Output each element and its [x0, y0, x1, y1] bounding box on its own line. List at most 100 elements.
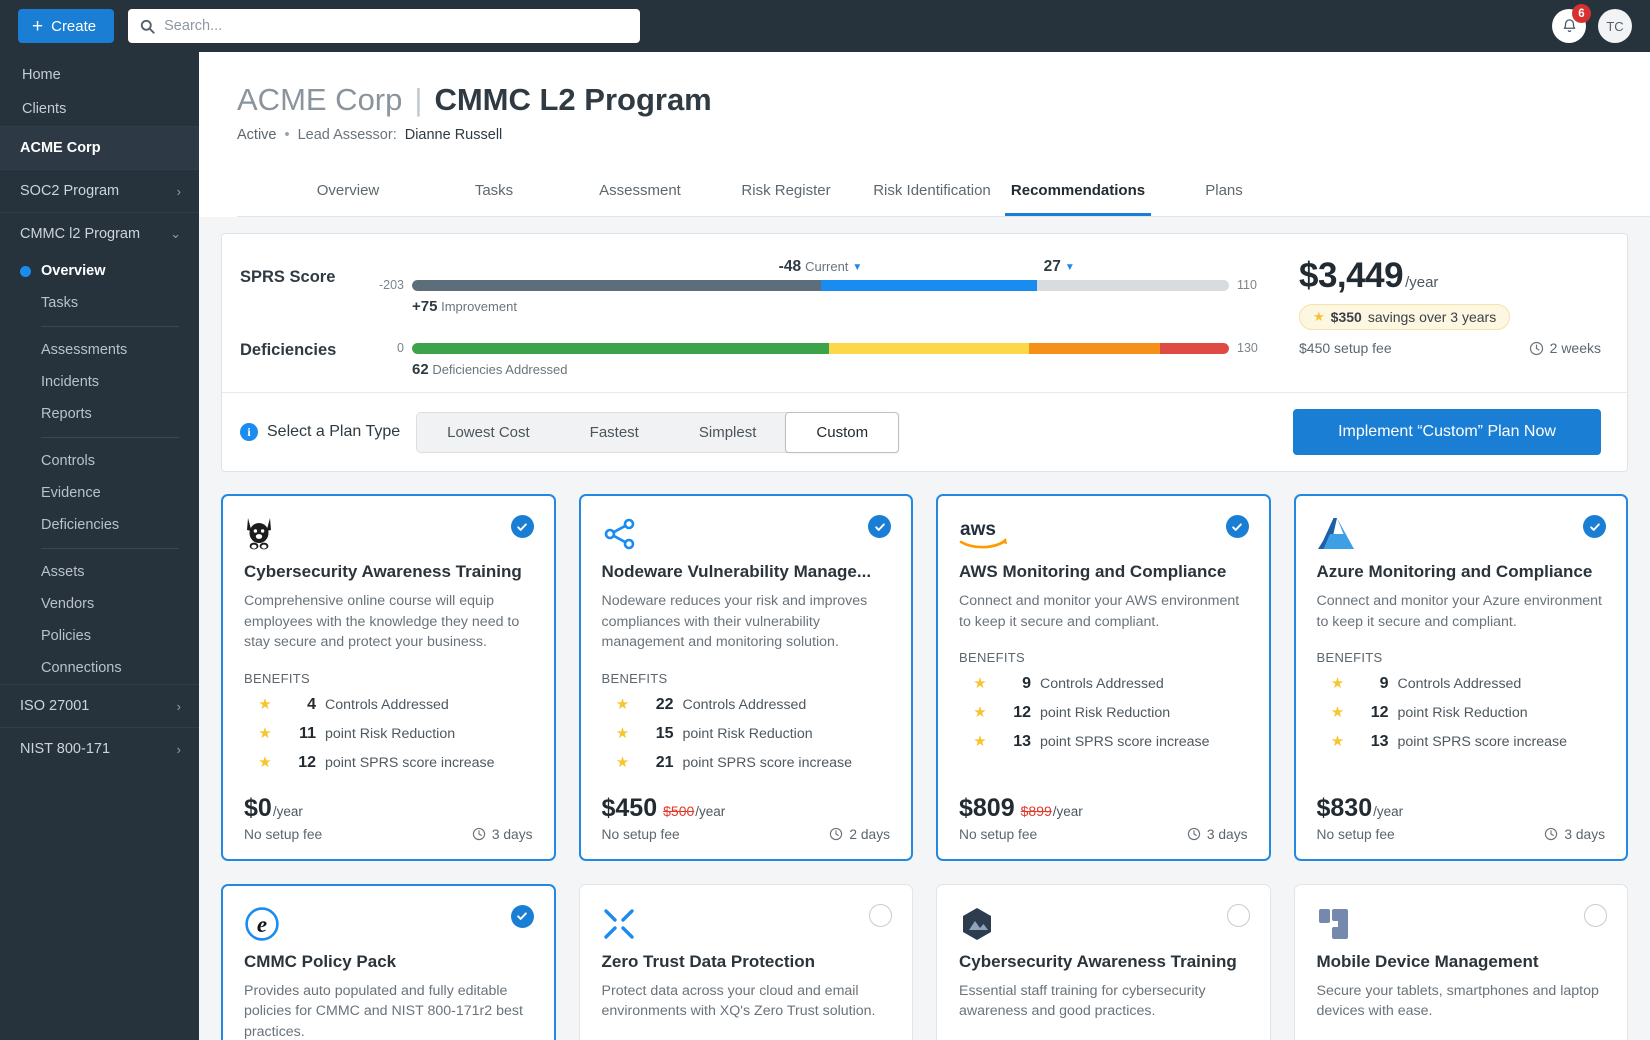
- sidebar-item-incidents[interactable]: Incidents: [0, 366, 199, 398]
- plan-type-label: Select a Plan Type: [267, 423, 401, 440]
- card-duration: 3 days: [1187, 827, 1248, 842]
- sidebar-item-connections[interactable]: Connections: [0, 652, 199, 684]
- search-input[interactable]: [164, 18, 629, 34]
- sidebar-item-evidence[interactable]: Evidence: [0, 477, 199, 509]
- sidebar-item-acme-corp[interactable]: ACME Corp: [0, 126, 199, 169]
- deficiencies-bar: [412, 342, 1229, 354]
- sidebar-divider: [41, 437, 179, 438]
- sidebar-item-reports[interactable]: Reports: [0, 398, 199, 430]
- sidebar-item-nist-800-171[interactable]: NIST 800-171 ›: [0, 727, 199, 770]
- tab-plans[interactable]: Plans: [1151, 165, 1297, 216]
- recommendation-card[interactable]: Zero Trust Data Protection Protect data …: [578, 883, 913, 1040]
- star-icon: ★: [1313, 309, 1325, 324]
- sprs-improvement-value: +75: [412, 298, 438, 315]
- benefit-item: ★ 21 point SPRS score increase: [602, 753, 891, 772]
- sprs-markers: -48 Current ▼ 27 ▼: [370, 258, 1271, 278]
- sidebar-item-policies[interactable]: Policies: [0, 620, 199, 652]
- benefit-text: Controls Addressed: [1040, 676, 1164, 693]
- card-title: Zero Trust Data Protection: [601, 951, 815, 971]
- sprs-min-label: -203: [378, 278, 404, 292]
- tab-overview[interactable]: Overview: [275, 165, 421, 216]
- info-icon[interactable]: i: [240, 423, 258, 441]
- deficiencies-max-label: 130: [1237, 341, 1258, 355]
- sidebar-item-clients[interactable]: Clients: [0, 92, 199, 126]
- deficiencies-addressed-value: 62: [412, 361, 429, 378]
- sidebar-item-label: ACME Corp: [20, 140, 101, 156]
- recommendation-card-grid: Cybersecurity Awareness Training Compreh…: [221, 494, 1628, 1040]
- tab-risk-register[interactable]: Risk Register: [713, 165, 859, 216]
- svg-text:aws: aws: [960, 519, 996, 540]
- benefits-label: BENEFITS: [244, 670, 310, 686]
- card-select-checkbox[interactable]: [510, 904, 534, 928]
- recommendation-card[interactable]: e CMMC Policy Pack Provides auto populat…: [221, 883, 556, 1040]
- benefit-value: 21: [655, 753, 674, 771]
- card-select-checkbox[interactable]: [1584, 903, 1607, 927]
- sprs-current-marker[interactable]: -48 Current ▼: [779, 258, 863, 276]
- tab-assessment[interactable]: Assessment: [567, 165, 713, 216]
- sidebar-item-label: Evidence: [41, 485, 101, 501]
- clock-icon: [1529, 341, 1544, 356]
- sidebar-item-tasks[interactable]: Tasks: [0, 287, 199, 319]
- deficiencies-meter: Deficiencies 0 130 62 Deficiencies Addre…: [240, 329, 1271, 378]
- sidebar-item-soc2-program[interactable]: SOC2 Program ›: [0, 169, 199, 212]
- recommendation-card[interactable]: Cybersecurity Awareness Training Compreh…: [221, 494, 556, 861]
- recommendation-card[interactable]: Cybersecurity Awareness Training Essenti…: [936, 883, 1271, 1040]
- card-select-checkbox[interactable]: [510, 515, 534, 538]
- plan-option-custom[interactable]: Custom: [785, 411, 900, 453]
- recommendation-card[interactable]: Mobile Device Management Secure your tab…: [1293, 883, 1628, 1040]
- sidebar-item-label: CMMC l2 Program: [20, 226, 141, 242]
- recommendation-card[interactable]: Azure Monitoring and Compliance Connect …: [1293, 494, 1628, 861]
- sidebar-item-iso-27001[interactable]: ISO 27001 ›: [0, 684, 199, 727]
- sprs-target-marker[interactable]: 27 ▼: [1044, 258, 1075, 276]
- create-button[interactable]: + Create: [18, 9, 115, 43]
- savings-amount: $350: [1330, 309, 1362, 325]
- sidebar-item-label: Home: [22, 67, 61, 83]
- search-box[interactable]: [128, 9, 641, 43]
- sidebar-item-label: SOC2 Program: [20, 183, 120, 199]
- card-title: AWS Monitoring and Compliance: [959, 562, 1227, 581]
- card-description: Connect and monitor your Azure environme…: [1316, 593, 1602, 630]
- card-select-checkbox[interactable]: [868, 515, 891, 538]
- recommendation-card[interactable]: Nodeware Vulnerability Manage... Nodewar…: [578, 494, 913, 861]
- plan-option-lowest-cost[interactable]: Lowest Cost: [416, 412, 561, 453]
- card-select-checkbox[interactable]: [1225, 515, 1249, 538]
- card-select-checkbox[interactable]: [1226, 903, 1250, 927]
- tab-recommendations[interactable]: Recommendations: [1005, 165, 1151, 216]
- sidebar-item-controls[interactable]: Controls: [0, 445, 199, 477]
- tab-risk-identification[interactable]: Risk Identification: [859, 165, 1005, 216]
- sidebar-item-assessments[interactable]: Assessments: [0, 334, 199, 366]
- sidebar-item-home[interactable]: Home: [0, 58, 199, 92]
- sprs-current-label: Current: [805, 259, 849, 274]
- recommendation-card[interactable]: aws AWS Monitoring and Compliance Connec…: [936, 494, 1271, 861]
- avatar[interactable]: TC: [1598, 9, 1632, 43]
- notifications-button[interactable]: 6: [1552, 4, 1591, 43]
- benefit-value: 9: [1379, 675, 1389, 693]
- card-price-period: /year: [1373, 803, 1404, 819]
- card-duration-text: 3 days: [1206, 826, 1248, 842]
- plan-option-fastest[interactable]: Fastest: [559, 412, 670, 453]
- sidebar-item-assets[interactable]: Assets: [0, 556, 199, 588]
- caret-down-icon: ▼: [1064, 262, 1075, 273]
- page-header: ACME Corp | CMMC L2 Program Active • Lea…: [199, 52, 1650, 217]
- benefit-item: ★ 13 point SPRS score increase: [959, 732, 1248, 751]
- sidebar-item-label: Controls: [41, 453, 95, 469]
- benefit-item: ★ 22 Controls Addressed: [602, 695, 891, 714]
- deficiencies-meter-body: 0 130 62 Deficiencies Addressed: [370, 329, 1271, 378]
- card-footer: $450 $500 /year No setup fee 2 days: [602, 782, 891, 842]
- sidebar-item-overview[interactable]: Overview: [0, 255, 199, 287]
- benefit-item: ★ 15 point Risk Reduction: [602, 724, 891, 743]
- sidebar-item-vendors[interactable]: Vendors: [0, 588, 199, 620]
- card-select-checkbox[interactable]: [869, 903, 892, 927]
- card-price-original: $899: [1020, 802, 1052, 819]
- deficiencies-label: Deficiencies: [240, 341, 337, 359]
- card-select-checkbox[interactable]: [1583, 515, 1606, 538]
- card-price-amount: $450: [601, 793, 658, 822]
- plan-option-simplest[interactable]: Simplest: [668, 412, 788, 453]
- plus-icon: +: [32, 15, 44, 37]
- sidebar-item-cmmc-l2-program[interactable]: CMMC l2 Program ⌄: [0, 212, 199, 255]
- plan-type-selector: Lowest Cost Fastest Simplest Custom: [416, 411, 900, 453]
- tab-tasks[interactable]: Tasks: [421, 165, 567, 216]
- implement-plan-button[interactable]: Implement “Custom” Plan Now: [1293, 409, 1601, 455]
- sidebar-item-deficiencies[interactable]: Deficiencies: [0, 509, 199, 541]
- card-setup-fee: No setup fee: [959, 826, 1038, 842]
